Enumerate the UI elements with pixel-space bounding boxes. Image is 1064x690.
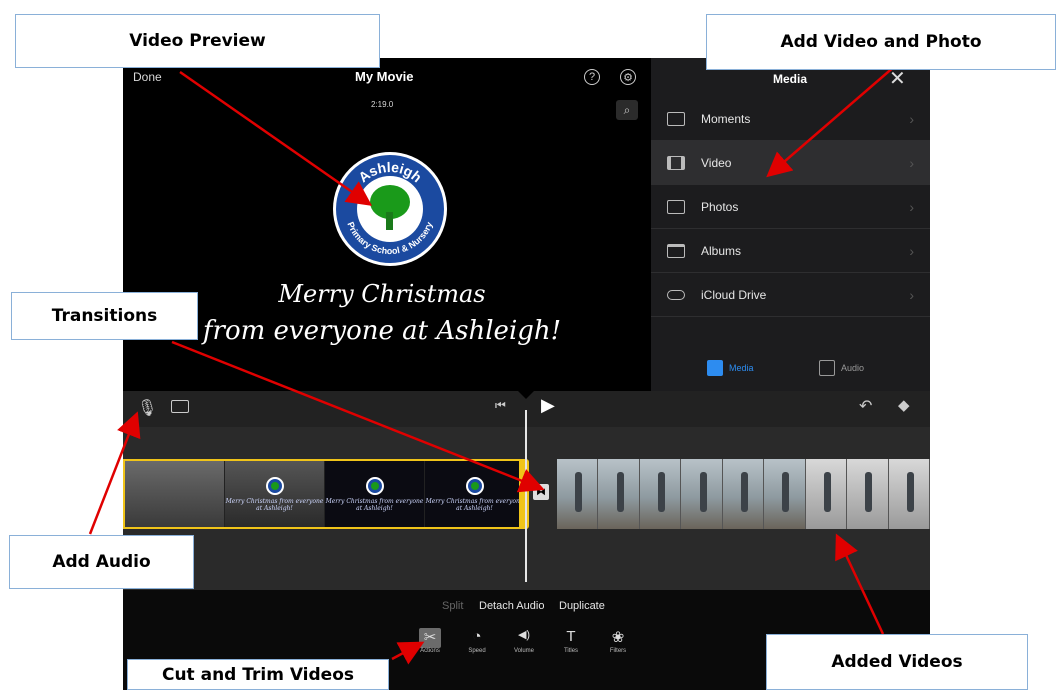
media-item-label: Video xyxy=(701,155,732,170)
tool-filters[interactable]: ❀ Filters xyxy=(598,628,638,654)
media-item-label: Albums xyxy=(701,243,742,258)
chevron-right-icon: › xyxy=(909,198,914,215)
camera-icon[interactable] xyxy=(171,400,189,413)
microphone-icon[interactable]: 🎙︎ xyxy=(137,398,157,418)
clip-frame xyxy=(681,459,723,529)
undo-icon[interactable]: ↶ xyxy=(859,396,872,416)
playhead-marker-icon xyxy=(518,391,534,399)
media-item-label: Moments xyxy=(701,111,751,126)
clip-frame xyxy=(598,459,640,529)
tab-audio-label: Audio xyxy=(841,363,865,373)
volume-icon: ◀) xyxy=(517,629,531,641)
speed-icon: ◔ xyxy=(472,628,482,645)
clip-frame xyxy=(805,459,848,529)
clip-frame: Merry Christmas from everyone at Ashleig… xyxy=(225,461,325,527)
scissors-icon: ✂ xyxy=(419,628,441,648)
duplicate-button[interactable]: Duplicate xyxy=(559,600,605,612)
clip-frame: Merry Christmas from everyone at Ashleig… xyxy=(425,461,525,527)
film-icon xyxy=(667,155,685,170)
trim-handle[interactable] xyxy=(519,459,529,529)
media-item-moments[interactable]: Moments › xyxy=(651,97,930,141)
media-item-video[interactable]: Video › xyxy=(651,141,930,185)
play-icon[interactable]: ▶ xyxy=(541,395,555,416)
keyframe-icon[interactable]: ◆ xyxy=(898,396,910,414)
callout-cut-trim: Cut and Trim Videos xyxy=(127,659,389,690)
clip-frame xyxy=(557,459,599,529)
callout-transitions: Transitions xyxy=(11,292,198,340)
media-item-icloud-drive[interactable]: iCloud Drive › xyxy=(651,273,930,317)
mini-logo-icon xyxy=(265,476,284,495)
tool-label: Titles xyxy=(563,648,579,654)
callout-add-video-photo: Add Video and Photo xyxy=(706,14,1056,70)
school-logo: Ashleigh Primary School & Nursery xyxy=(333,152,447,266)
zoom-icon[interactable]: ⌕ xyxy=(616,100,638,120)
photo-icon xyxy=(667,199,685,214)
split-button[interactable]: Split xyxy=(442,600,463,612)
title-clip[interactable]: Merry Christmas from everyone at Ashleig… xyxy=(123,459,527,529)
clip-caption: Merry Christmas from everyone at Ashleig… xyxy=(425,497,524,512)
help-icon[interactable]: ? xyxy=(584,69,600,85)
clip-frame xyxy=(888,459,930,529)
clip-caption: Merry Christmas from everyone at Ashleig… xyxy=(325,497,424,512)
tool-actions[interactable]: ✂ Actions xyxy=(410,628,450,654)
chevron-right-icon: › xyxy=(909,242,914,259)
tab-media[interactable]: Media xyxy=(707,360,754,376)
filters-icon: ❀ xyxy=(611,629,625,646)
media-panel-title: Media xyxy=(773,72,808,86)
callout-video-preview: Video Preview xyxy=(15,14,380,68)
greeting-line-1: Merry Christmas xyxy=(278,280,486,308)
playhead[interactable] xyxy=(525,410,527,582)
clip-frame xyxy=(722,459,765,529)
tool-label: Volume xyxy=(513,648,534,654)
media-item-photos[interactable]: Photos › xyxy=(651,185,930,229)
chevron-right-icon: › xyxy=(909,154,914,171)
skip-back-icon[interactable]: ⏮ xyxy=(495,398,506,413)
settings-icon[interactable]: ⚙ xyxy=(620,69,636,85)
media-tab-icon xyxy=(707,360,723,376)
clip-frame xyxy=(764,459,806,529)
tab-media-label: Media xyxy=(729,363,754,373)
chevron-right-icon: › xyxy=(909,286,914,303)
done-button[interactable]: Done xyxy=(133,70,162,84)
tool-label: Actions xyxy=(420,648,440,654)
project-title: My Movie xyxy=(355,69,414,84)
clip-frame xyxy=(125,461,225,527)
audio-tab-icon xyxy=(819,360,835,376)
titles-icon: T xyxy=(566,628,576,645)
media-item-label: iCloud Drive xyxy=(701,287,767,302)
tab-audio[interactable]: Audio xyxy=(819,360,864,376)
clip-frame xyxy=(639,459,682,529)
video-clip[interactable] xyxy=(557,459,930,529)
duration-label: 2:19.0 xyxy=(371,100,394,109)
tool-speed[interactable]: ◔ Speed xyxy=(457,628,497,654)
tool-titles[interactable]: T Titles xyxy=(551,628,591,654)
media-panel: Media ✕ Moments › Video › Photos › Album… xyxy=(651,58,930,391)
clip-frame: Merry Christmas from everyone at Ashleig… xyxy=(325,461,425,527)
media-item-albums[interactable]: Albums › xyxy=(651,229,930,273)
transition-button[interactable]: ⧓ xyxy=(533,484,549,500)
imovie-app: Done My Movie 2:19.0 ? ⚙ ⌕ Ashleigh Prim… xyxy=(123,58,930,690)
greeting-line-2: from everyone at Ashleigh! xyxy=(202,316,562,346)
moments-icon xyxy=(667,111,685,126)
tool-label: Filters xyxy=(609,648,627,654)
tool-volume[interactable]: ◀) Volume xyxy=(504,628,544,654)
mini-logo-icon xyxy=(465,476,484,495)
clip-caption: Merry Christmas from everyone at Ashleig… xyxy=(225,497,324,512)
chevron-right-icon: › xyxy=(909,110,914,127)
callout-add-audio: Add Audio xyxy=(9,535,194,589)
callout-added-videos: Added Videos xyxy=(766,634,1028,690)
tool-label: Speed xyxy=(468,648,486,654)
media-item-label: Photos xyxy=(701,199,739,214)
detach-audio-button[interactable]: Detach Audio xyxy=(479,600,544,612)
mini-logo-icon xyxy=(365,476,384,495)
album-icon xyxy=(667,243,685,258)
cloud-icon xyxy=(667,289,685,300)
clip-frame xyxy=(847,459,889,529)
